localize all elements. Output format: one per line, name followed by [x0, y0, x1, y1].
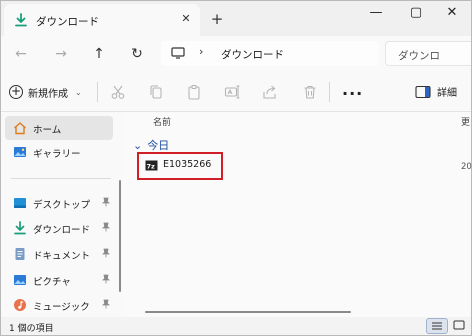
picture-icon — [14, 275, 26, 285]
home-icon — [14, 122, 26, 135]
computer-icon — [171, 47, 185, 59]
rename-icon[interactable] — [224, 84, 240, 100]
navigation-pane: ホーム ギャラリー デスクトップ ダウンロード ドキュメント ピクチャ ミュージ… — [1, 112, 123, 317]
sidebar-item-label: デスクトップ — [33, 200, 91, 211]
new-tab-button[interactable]: + — [208, 10, 226, 28]
toolbar-divider — [329, 82, 330, 102]
document-icon — [15, 248, 25, 260]
sidebar-item-documents[interactable]: ドキュメント — [5, 242, 113, 266]
sidebar-item-label: ピクチャ — [33, 277, 71, 288]
details-label: 詳細 — [437, 88, 457, 99]
new-button-label: 新規作成 — [28, 88, 68, 100]
file-item[interactable]: 7z E1035266 — [137, 152, 223, 180]
sidebar-item-pictures[interactable]: ピクチャ — [5, 268, 113, 292]
back-button[interactable]: ← — [9, 42, 33, 66]
sidebar-divider — [11, 178, 111, 179]
item-count: 1 個の項目 — [9, 324, 54, 334]
search-placeholder: ダウンロ — [398, 50, 440, 62]
plus-icon: + — [9, 84, 23, 99]
copy-icon[interactable] — [148, 84, 164, 100]
more-options-button[interactable]: ... — [342, 80, 363, 99]
up-button[interactable]: ↑ — [87, 42, 111, 66]
pin-icon — [101, 248, 111, 258]
sidebar-item-label: ミュージック — [33, 302, 90, 313]
pin-icon — [101, 274, 111, 284]
music-icon — [14, 299, 26, 311]
sidebar-item-label: ダウンロード — [33, 225, 91, 236]
delete-icon[interactable] — [302, 84, 318, 100]
group-header-today[interactable]: ⌄ 今日 — [133, 137, 169, 153]
file-list: 名前 更 ⌄ 今日 7z E1035266 20 — [123, 112, 472, 317]
details-pane-button[interactable]: 詳細 — [415, 84, 457, 99]
command-bar: + 新規作成 ⌄ ... 詳細 — [1, 72, 471, 112]
file-date: 20 — [461, 162, 472, 172]
chevron-down-icon: ⌄ — [133, 138, 143, 152]
file-explorer-window: ダウンロード ✕ + — ▢ ✕ ← → ↑ ↻ › ダウンロード ダウンロ +… — [0, 0, 472, 336]
sidebar-item-desktop[interactable]: デスクトップ — [5, 191, 113, 215]
horizontal-scrollbar[interactable] — [145, 311, 351, 313]
column-header-name[interactable]: 名前 — [153, 115, 171, 128]
title-bar: ダウンロード ✕ + — ▢ ✕ — [1, 1, 471, 36]
toolbar-divider — [97, 82, 98, 102]
breadcrumb[interactable]: ダウンロード — [221, 47, 284, 62]
tab-close-icon[interactable]: ✕ — [178, 11, 194, 27]
search-input[interactable]: ダウンロ — [385, 41, 471, 66]
status-bar: 1 個の項目 — [1, 317, 471, 335]
minimize-button[interactable]: — — [357, 1, 395, 27]
svg-text:7z: 7z — [147, 163, 156, 171]
paste-icon[interactable] — [186, 84, 202, 100]
archive-file-icon: 7z — [145, 160, 158, 171]
sidebar-scrollbar[interactable] — [119, 180, 121, 292]
share-icon[interactable] — [262, 84, 278, 100]
group-label: 今日 — [147, 139, 170, 152]
tiles-view-button[interactable] — [449, 318, 471, 334]
cut-icon[interactable] — [110, 84, 126, 100]
sidebar-item-gallery[interactable]: ギャラリー — [5, 140, 113, 164]
close-window-button[interactable]: ✕ — [433, 1, 471, 27]
refresh-button[interactable]: ↻ — [125, 42, 149, 66]
sidebar-item-label: ドキュメント — [33, 251, 91, 262]
pin-icon — [101, 197, 111, 207]
pin-icon — [101, 222, 111, 232]
address-bar[interactable]: › ダウンロード — [161, 41, 379, 66]
tab-title: ダウンロード — [36, 16, 99, 28]
sidebar-item-home[interactable]: ホーム — [5, 116, 113, 140]
column-header-date[interactable]: 更 — [461, 115, 470, 128]
list-view-icon — [432, 322, 442, 330]
sidebar-item-label: ホーム — [33, 125, 62, 136]
tab-downloads[interactable]: ダウンロード ✕ — [4, 4, 200, 36]
desktop-icon — [14, 198, 26, 208]
forward-button[interactable]: → — [49, 42, 73, 66]
download-icon — [14, 221, 26, 235]
details-view-button[interactable] — [426, 318, 448, 334]
tiles-view-icon — [453, 320, 465, 330]
maximize-button[interactable]: ▢ — [397, 1, 435, 27]
chevron-down-icon: ⌄ — [75, 87, 82, 97]
gallery-icon — [14, 147, 26, 157]
download-icon — [15, 13, 27, 27]
navigation-bar: ← → ↑ ↻ › ダウンロード ダウンロ — [1, 36, 471, 72]
sidebar-item-music[interactable]: ミュージック — [5, 293, 113, 317]
sidebar-item-label: ギャラリー — [33, 149, 81, 160]
breadcrumb-separator: › — [199, 45, 204, 58]
sidebar-item-downloads[interactable]: ダウンロード — [5, 216, 113, 240]
new-button[interactable]: + 新規作成 ⌄ — [9, 80, 82, 104]
file-name: E1035266 — [163, 159, 212, 170]
pin-icon — [101, 299, 111, 309]
details-pane-icon — [415, 85, 431, 98]
